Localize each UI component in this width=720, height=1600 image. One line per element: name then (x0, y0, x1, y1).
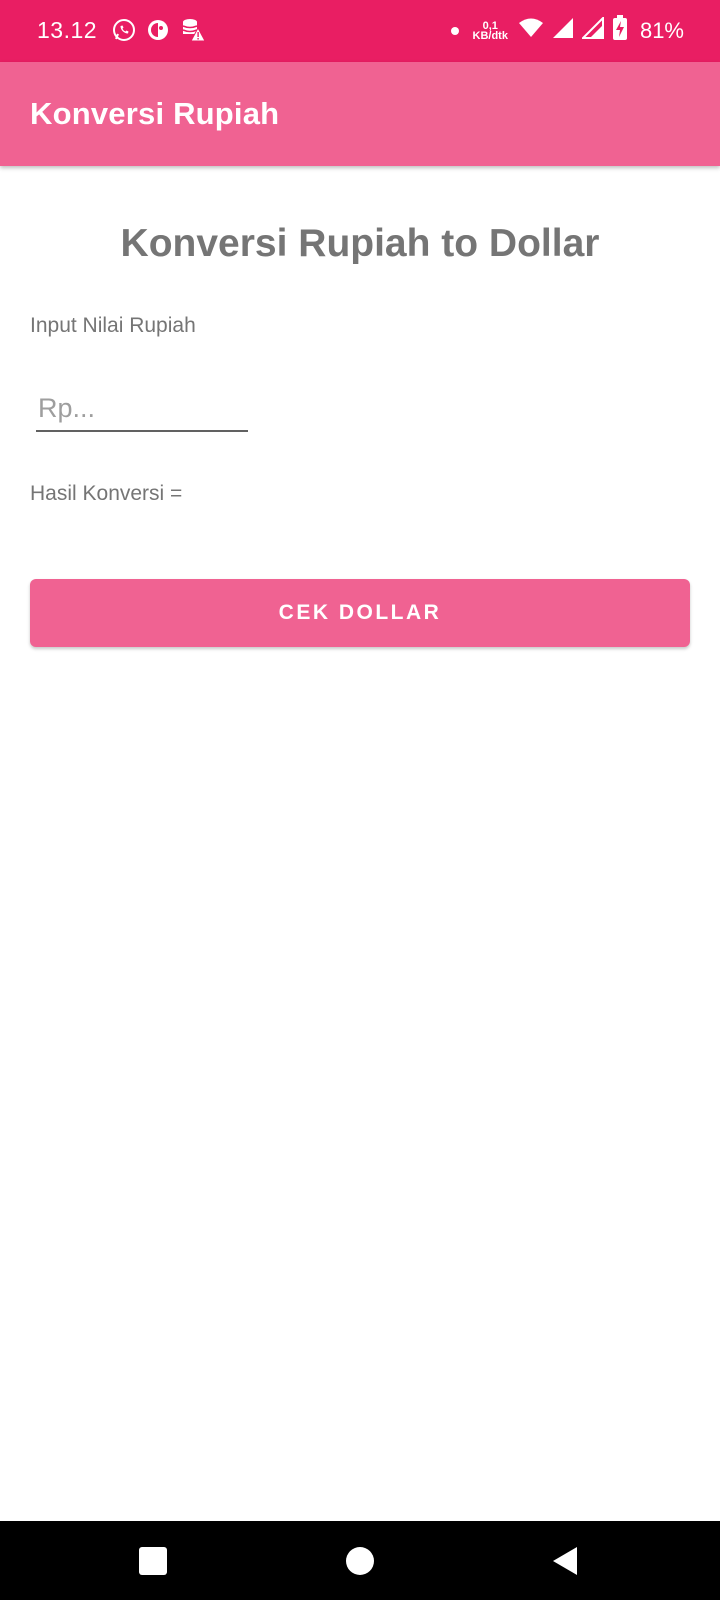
app-bar-title: Konversi Rupiah (30, 96, 280, 131)
back-button[interactable] (515, 1521, 615, 1600)
signal-icon (552, 17, 574, 44)
cek-dollar-button[interactable]: CEK DOLLAR (30, 579, 690, 647)
recents-button[interactable] (103, 1521, 203, 1600)
app-bar: Konversi Rupiah (0, 62, 720, 166)
rupiah-input[interactable] (36, 386, 248, 432)
conversion-result-label: Hasil Konversi = (30, 482, 183, 505)
whatsapp-icon (112, 18, 136, 47)
recents-icon (139, 1546, 167, 1575)
status-bar: 13.12 0,1 KB/dtk 81% (0, 0, 720, 62)
screen: 13.12 0,1 KB/dtk 81% Konversi Rupiah Kon… (0, 0, 720, 1600)
navigation-bar (0, 1521, 720, 1600)
status-system-icons: 0,1 KB/dtk 81% (450, 15, 684, 46)
network-speed: 0,1 KB/dtk (472, 19, 508, 42)
page-title: Konversi Rupiah to Dollar (120, 222, 600, 265)
back-icon (553, 1546, 577, 1575)
battery-charging-icon (612, 15, 628, 46)
data-warning-icon (180, 17, 206, 48)
network-speed-unit: KB/dtk (472, 29, 508, 42)
battery-percentage: 81% (639, 17, 684, 43)
home-icon (346, 1546, 374, 1575)
status-notification-icons (112, 17, 206, 48)
network-speed-value: 0,1 (482, 19, 498, 32)
notification-dot-icon (450, 26, 459, 35)
signal-icon-2 (580, 15, 604, 44)
rupiah-input-label: Input Nilai Rupiah (30, 314, 196, 337)
app-notification-icon (146, 18, 170, 47)
status-time: 13.12 (37, 17, 98, 43)
home-button[interactable] (310, 1521, 410, 1600)
wifi-icon (518, 17, 544, 44)
